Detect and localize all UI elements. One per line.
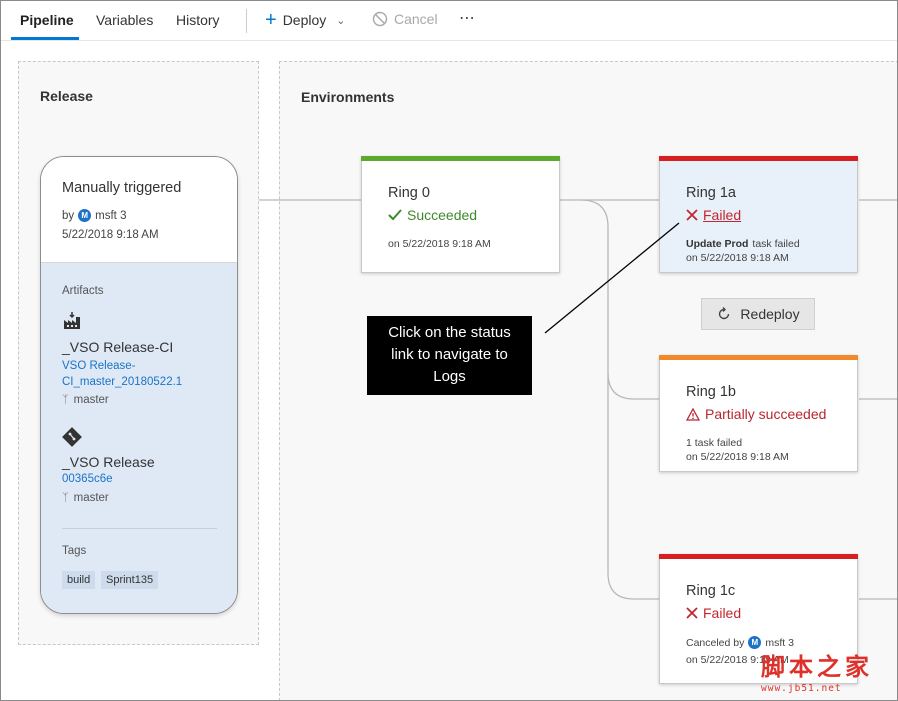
deploy-button[interactable]: + Deploy ⌄ [265, 9, 346, 31]
artifact-name: _VSO Release-CI [62, 339, 174, 355]
callout-line: Click on the status [388, 324, 511, 341]
toolbar-separator [246, 9, 247, 33]
environment-name: Ring 0 [388, 185, 430, 201]
status-bar [659, 355, 858, 360]
cancel-button[interactable]: Cancel [372, 11, 438, 27]
warning-icon [686, 407, 700, 421]
status-bar [659, 554, 858, 559]
watermark-url: www.jb51.net [761, 683, 842, 694]
branch-icon: ᛉ [62, 394, 69, 406]
status-bar [659, 156, 858, 161]
release-card[interactable]: Manually triggered by M msft 3 5/22/2018… [40, 156, 238, 614]
release-date: 5/22/2018 9:18 AM [62, 229, 159, 241]
avatar: M [78, 209, 92, 222]
refresh-icon [719, 307, 730, 320]
release-trigger-title: Manually triggered [62, 180, 182, 196]
toolbar: Pipeline Variables History + Deploy ⌄ Ca… [1, 1, 897, 41]
detail-text: task failed [752, 238, 800, 250]
detail-text: Canceled by [686, 636, 745, 649]
callout-annotation: Click on the status link to navigate to … [367, 316, 532, 395]
status-bar [361, 156, 560, 161]
failed-task-name: Update Prod [686, 238, 749, 250]
environment-name: Ring 1b [686, 384, 736, 400]
status-text: Failed [703, 605, 742, 621]
redeploy-label: Redeploy [740, 306, 800, 322]
release-trigger-section: Manually triggered by M msft 3 5/22/2018… [41, 157, 237, 263]
git-icon [62, 427, 82, 447]
environments-section-title: Environments [301, 89, 395, 105]
release-section-title: Release [40, 88, 93, 104]
callout-line: link to navigate to [391, 346, 508, 363]
environment-card-ring-1a[interactable]: Ring 1a Failed Update Prod task failed o… [659, 156, 858, 273]
tab-variables[interactable]: Variables [96, 12, 153, 28]
deploy-label: Deploy [282, 12, 327, 28]
tab-pipeline[interactable]: Pipeline [20, 12, 74, 28]
environment-status-link[interactable]: Partially succeeded [686, 406, 826, 422]
environment-detail: 1 task failed [686, 437, 743, 449]
cancel-label: Cancel [394, 11, 438, 27]
artifacts-label: Artifacts [62, 285, 104, 297]
redeploy-button[interactable]: Redeploy [701, 298, 815, 330]
environment-date: on 5/22/2018 9:18 AM [686, 252, 789, 264]
branch-icon: ᛉ [62, 492, 69, 504]
environment-status-link[interactable]: Failed [686, 207, 741, 223]
environment-card-ring-1b[interactable]: Ring 1b Partially succeeded 1 task faile… [659, 355, 858, 472]
status-text: Partially succeeded [705, 406, 827, 422]
watermark: 脚本之家 www.jb51.net [761, 647, 873, 694]
tab-history[interactable]: History [176, 12, 220, 28]
artifact-branch: ᛉ master [62, 492, 109, 504]
environment-date: on 5/22/2018 9:18 AM [686, 451, 789, 463]
release-artifacts-section: Artifacts _VSO Release-CI VSO Release- C… [41, 263, 237, 613]
tags-label: Tags [62, 545, 87, 557]
artifact-branch: ᛉ master [62, 394, 109, 406]
cancel-circle-icon [372, 11, 388, 27]
artifact-build-link-continued[interactable]: CI_master_20180522.1 [62, 374, 182, 390]
environment-name: Ring 1a [686, 185, 736, 201]
x-icon [686, 607, 698, 619]
more-options-icon[interactable]: ⋯ [459, 8, 476, 28]
release-triggered-by: by M msft 3 [62, 209, 126, 222]
active-tab-indicator [11, 37, 79, 40]
tag-build: build [62, 571, 96, 589]
build-artifact-icon [64, 312, 80, 329]
check-icon [388, 209, 402, 221]
artifact-build-link[interactable]: VSO Release- [62, 358, 136, 374]
artifact-commit-link[interactable]: 00365c6e [62, 471, 113, 487]
plus-icon: + [265, 9, 277, 31]
by-label: by [62, 209, 75, 222]
environment-detail: Update Prod task failed [686, 238, 800, 250]
environment-date: on 5/22/2018 9:18 AM [388, 238, 491, 250]
callout-line: Logs [433, 368, 466, 385]
release-pipeline-view: Pipeline Variables History + Deploy ⌄ Ca… [0, 0, 898, 701]
chevron-down-icon: ⌄ [336, 14, 346, 27]
environment-name: Ring 1c [686, 583, 736, 599]
avatar: M [748, 636, 762, 649]
environment-status-link[interactable]: Failed [686, 605, 741, 621]
release-user: msft 3 [95, 209, 127, 222]
tag-sprint: Sprint135 [101, 571, 159, 589]
status-text: Failed [703, 207, 742, 223]
environment-status-link[interactable]: Succeeded [388, 207, 477, 223]
branch-name: master [73, 394, 109, 406]
branch-name: master [73, 492, 109, 504]
artifact-name: _VSO Release [62, 454, 155, 470]
tags-divider [62, 528, 217, 529]
x-icon [686, 209, 698, 221]
environment-card-ring-0[interactable]: Ring 0 Succeeded on 5/22/2018 9:18 AM [361, 156, 560, 273]
watermark-logo-text: 脚本之家 [761, 652, 873, 681]
status-text: Succeeded [407, 207, 478, 223]
